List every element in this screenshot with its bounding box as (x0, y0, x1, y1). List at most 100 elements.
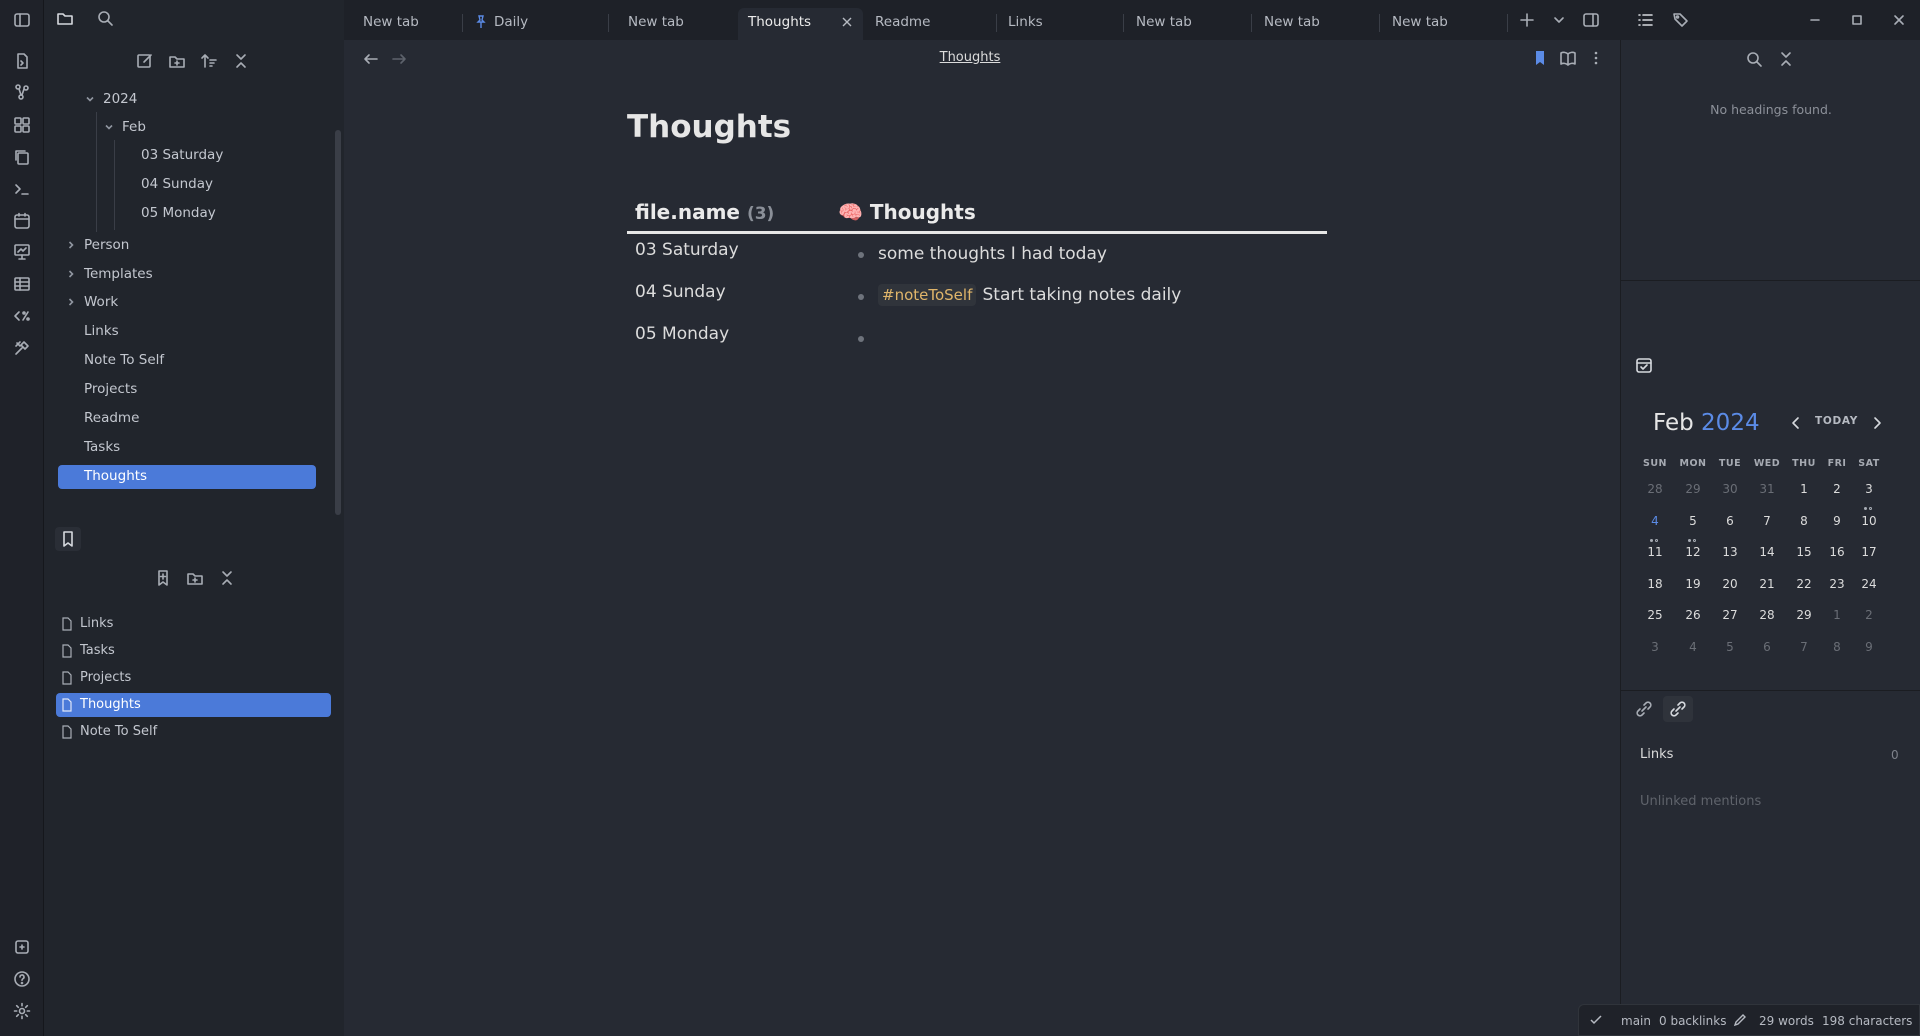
calendar-day[interactable]: 1 (1788, 482, 1820, 496)
explorer-scrollbar[interactable] (335, 130, 341, 515)
calendar-icon[interactable] (11, 210, 33, 232)
search-icon[interactable] (96, 9, 114, 27)
calendar-day[interactable]: 1 (1821, 608, 1853, 622)
calendar-day[interactable]: 15 (1788, 545, 1820, 559)
tab-new-tab[interactable]: New tab (344, 8, 462, 40)
calendar-day[interactable]: 8 (1788, 514, 1820, 528)
bookmark-filled-icon[interactable] (1531, 49, 1549, 67)
canvas-icon[interactable] (11, 114, 33, 136)
calendar-day[interactable]: 5 (1714, 640, 1746, 654)
tags-icon[interactable] (1672, 11, 1690, 29)
tree-file-links[interactable]: Links (84, 323, 119, 339)
tree-folder-work[interactable]: Work (84, 294, 118, 310)
table-row-file-link[interactable]: 03 Saturday (635, 240, 739, 260)
calendar-day[interactable]: 24 (1853, 577, 1885, 591)
bookmark-item-note-to-self[interactable]: Note To Self (80, 724, 157, 739)
calendar-day[interactable]: 28 (1751, 608, 1783, 622)
tree-file-04-sunday[interactable]: 04 Sunday (141, 176, 213, 192)
calendar-day[interactable]: 27 (1714, 608, 1746, 622)
bookmarks-tab[interactable] (55, 527, 81, 551)
terminal-icon[interactable] (11, 178, 33, 200)
tree-folder-templates[interactable]: Templates (84, 266, 153, 282)
reading-view-book-icon[interactable] (1559, 49, 1577, 67)
calendar-day[interactable]: 29 (1677, 482, 1709, 496)
tab-new-tab[interactable]: New tab (1126, 8, 1251, 40)
backlinks-tab-active[interactable] (1663, 696, 1693, 722)
calendar-day[interactable]: 22 (1788, 577, 1820, 591)
chevron-right-icon[interactable] (66, 269, 76, 279)
more-options-icon[interactable] (1587, 49, 1605, 67)
vault-switcher-icon[interactable] (11, 936, 33, 958)
templater-icon[interactable] (11, 305, 33, 327)
calendar-day[interactable]: 3 (1639, 640, 1671, 654)
collapse-bookmarks-icon[interactable] (218, 569, 236, 587)
bookmark-item-thoughts-selected[interactable]: Thoughts (56, 693, 331, 717)
tab-links[interactable]: Links (998, 8, 1123, 40)
tab-daily[interactable]: Daily (464, 8, 590, 40)
new-bookmark-group-icon[interactable] (186, 569, 204, 587)
tree-folder-2024[interactable]: 2024 (103, 91, 137, 107)
help-icon[interactable] (11, 968, 33, 990)
calendar-day[interactable]: 6 (1751, 640, 1783, 654)
calendar-day[interactable]: 13 (1714, 545, 1746, 559)
calendar-day[interactable]: 14 (1751, 545, 1783, 559)
bookmark-item-links[interactable]: Links (80, 616, 113, 631)
close-tab-icon[interactable] (841, 16, 853, 28)
tree-file-thoughts-selected[interactable]: Thoughts (58, 465, 316, 489)
collapse-all-icon[interactable] (232, 52, 250, 70)
calendar-day[interactable]: 4 (1639, 514, 1671, 528)
calendar-day[interactable]: 2 (1853, 608, 1885, 622)
calendar-day[interactable]: 11 (1639, 545, 1671, 559)
calendar-day[interactable]: 17 (1853, 545, 1885, 559)
open-folder-icon[interactable] (56, 9, 74, 27)
calendar-day[interactable]: 26 (1677, 608, 1709, 622)
settings-gear-icon[interactable] (11, 1000, 33, 1022)
toggle-left-sidebar-icon[interactable] (11, 9, 33, 31)
tree-file-tasks[interactable]: Tasks (84, 439, 120, 455)
presentation-icon[interactable] (11, 241, 33, 263)
sync-checkmark-icon[interactable] (1589, 1013, 1603, 1027)
tools-icon[interactable] (11, 337, 33, 359)
calendar-day[interactable]: 7 (1788, 640, 1820, 654)
tag-note-to-self[interactable]: #noteToSelf (878, 284, 977, 306)
edit-pencil-icon[interactable] (1733, 1013, 1747, 1027)
calendar-day[interactable]: 20 (1714, 577, 1746, 591)
tab-new-tab[interactable]: New tab (609, 8, 727, 40)
chevron-right-icon[interactable] (66, 240, 76, 250)
outline-list-icon[interactable] (1636, 11, 1654, 29)
new-note-icon[interactable] (136, 52, 154, 70)
outgoing-links-icon[interactable] (1635, 700, 1653, 718)
calendar-day[interactable]: 10 (1853, 514, 1885, 528)
calendar-day[interactable]: 7 (1751, 514, 1783, 528)
calendar-day[interactable]: 16 (1821, 545, 1853, 559)
new-folder-icon[interactable] (168, 52, 186, 70)
tree-folder-feb[interactable]: Feb (122, 119, 146, 135)
table-header-thoughts[interactable]: 🧠 Thoughts (838, 200, 976, 224)
backlinks-status[interactable]: 0 backlinks (1659, 1014, 1726, 1028)
chevron-down-icon[interactable] (85, 94, 95, 104)
calendar-day[interactable]: 3 (1853, 482, 1885, 496)
bookmark-item-tasks[interactable]: Tasks (80, 643, 115, 658)
minimize-window-icon[interactable] (1806, 11, 1824, 29)
calendar-day[interactable]: 30 (1714, 482, 1746, 496)
calendar-day[interactable]: 8 (1821, 640, 1853, 654)
calendar-day[interactable]: 2 (1821, 482, 1853, 496)
table-header-file-name[interactable]: file.name (3) (635, 200, 774, 224)
table-row-file-link[interactable]: 04 Sunday (635, 282, 726, 302)
calendar-day[interactable]: 23 (1821, 577, 1853, 591)
new-tab-plus-icon[interactable] (1518, 11, 1536, 29)
tab-new-tab[interactable]: New tab (1382, 8, 1507, 40)
maximize-window-icon[interactable] (1848, 11, 1866, 29)
calendar-day[interactable]: 29 (1788, 608, 1820, 622)
unlinked-mentions-label[interactable]: Unlinked mentions (1640, 794, 1761, 809)
git-branch[interactable]: main (1621, 1014, 1651, 1028)
sort-order-icon[interactable] (200, 52, 218, 70)
table-icon[interactable] (11, 273, 33, 295)
tree-file-projects[interactable]: Projects (84, 381, 137, 397)
calendar-day[interactable]: 9 (1853, 640, 1885, 654)
calendar-day[interactable]: 6 (1714, 514, 1746, 528)
tree-file-05-monday[interactable]: 05 Monday (141, 205, 216, 221)
tree-file-note-to-self[interactable]: Note To Self (84, 352, 164, 368)
tab-new-tab[interactable]: New tab (1254, 8, 1379, 40)
tab-thoughts-active[interactable]: Thoughts (738, 8, 863, 40)
